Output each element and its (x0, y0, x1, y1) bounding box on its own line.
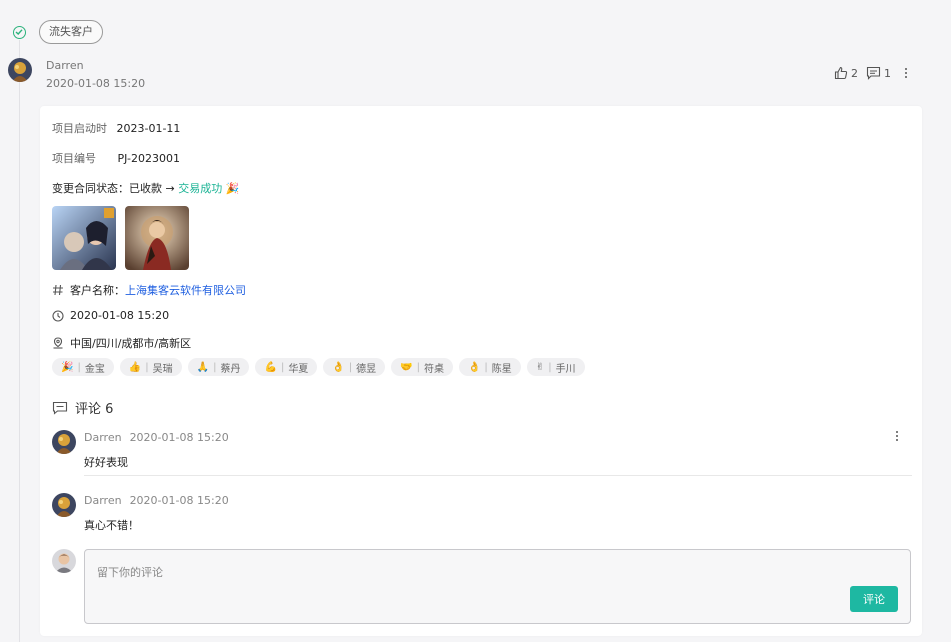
comments-header: 评论 6 (52, 398, 113, 417)
more-icon[interactable] (890, 431, 904, 441)
comment-icon (52, 401, 68, 415)
party-emoji: 🎉 (225, 182, 240, 195)
location-row: 中国/四川/成都市/高新区 (52, 335, 191, 351)
reaction-chip[interactable]: 🎉 | 金宝 (52, 358, 114, 376)
location-value: 中国/四川/成都市/高新区 (70, 337, 192, 350)
post-time: 2020-01-08 15:20 (46, 77, 146, 90)
more-icon[interactable] (899, 68, 913, 78)
reaction-chip[interactable]: 👍 | 吴瑞 (119, 358, 182, 376)
comments-title: 评论 6 (75, 402, 114, 417)
start-time-field: 项目启动时 2023-01-11 (52, 120, 180, 136)
comment-author[interactable]: Darren (84, 431, 122, 444)
comment-author[interactable]: Darren (84, 494, 122, 507)
check-circle-icon (13, 26, 26, 39)
project-number-field: 项目编号 PJ-2023001 (52, 150, 180, 166)
hash-icon (53, 284, 63, 296)
contract-status-result[interactable]: 交易成功 (178, 182, 222, 195)
comment-time: 2020-01-08 15:20 (129, 431, 229, 444)
project-number-value: PJ-2023001 (117, 152, 180, 165)
attachment-image[interactable] (52, 206, 116, 270)
reaction-chip[interactable]: 👌 | 德昱 (323, 358, 386, 376)
avatar[interactable] (8, 58, 32, 82)
reactions-list: 🎉 | 金宝 👍 | 吴瑞 🙏 | 蔡丹 💪 | 华夏 👌 | 德昱 🤝 | 符桌 👌 | 陈星 ✌ | 手川 (52, 358, 585, 376)
avatar[interactable] (52, 430, 76, 454)
comment-composer: 评论 (84, 549, 911, 624)
avatar[interactable] (52, 493, 76, 517)
reaction-chip[interactable]: 🙏 | 蔡丹 (187, 358, 250, 376)
datetime-value: 2020-01-08 15:20 (70, 309, 170, 322)
comment-count: 1 (884, 66, 891, 80)
reaction-chip[interactable]: 💪 | 华夏 (255, 358, 318, 376)
post-author[interactable]: Darren (46, 59, 84, 72)
stage-tag[interactable]: 流失客户 (39, 20, 103, 44)
comment-time: 2020-01-08 15:20 (129, 494, 229, 507)
like-button[interactable]: 2 (834, 66, 858, 80)
submit-comment-button[interactable]: 评论 (850, 586, 898, 612)
project-number-label: 项目编号 (52, 152, 96, 165)
customer-label: 客户名称： (70, 284, 125, 297)
customer-row: 客户名称：上海集客云软件有限公司 (52, 282, 246, 298)
post-actions: 2 1 (834, 66, 913, 80)
datetime-row: 2020-01-08 15:20 (52, 309, 169, 322)
start-time-label: 项目启动时 (52, 122, 107, 135)
clock-icon (52, 309, 64, 322)
comment-icon (866, 66, 881, 80)
post-card: 项目启动时 2023-01-11 项目编号 PJ-2023001 变更合同状态：… (40, 106, 922, 636)
comment-button[interactable]: 1 (866, 66, 891, 80)
like-count: 2 (851, 66, 858, 80)
comment-text: 真心不错！ (84, 519, 139, 532)
reaction-chip[interactable]: 👌 | 陈星 (458, 358, 521, 376)
reaction-chip[interactable]: ✌ | 手川 (526, 358, 585, 376)
timeline-line (19, 40, 20, 642)
thumbs-up-icon (834, 66, 848, 80)
location-pin-icon (53, 337, 63, 349)
reaction-chip[interactable]: 🤝 | 符桌 (391, 358, 453, 376)
contract-status-field: 变更合同状态：已收款 → 交易成功 🎉 (52, 180, 239, 196)
divider (84, 475, 912, 476)
attachment-image[interactable] (125, 206, 189, 270)
comment-input[interactable] (97, 564, 817, 604)
customer-link[interactable]: 上海集客云软件有限公司 (125, 284, 246, 297)
start-time-value: 2023-01-11 (116, 122, 181, 135)
current-user-avatar (52, 549, 76, 573)
contract-status-prefix: 变更合同状态：已收款 → (52, 182, 179, 195)
comment-text: 好好表现 (84, 456, 128, 469)
